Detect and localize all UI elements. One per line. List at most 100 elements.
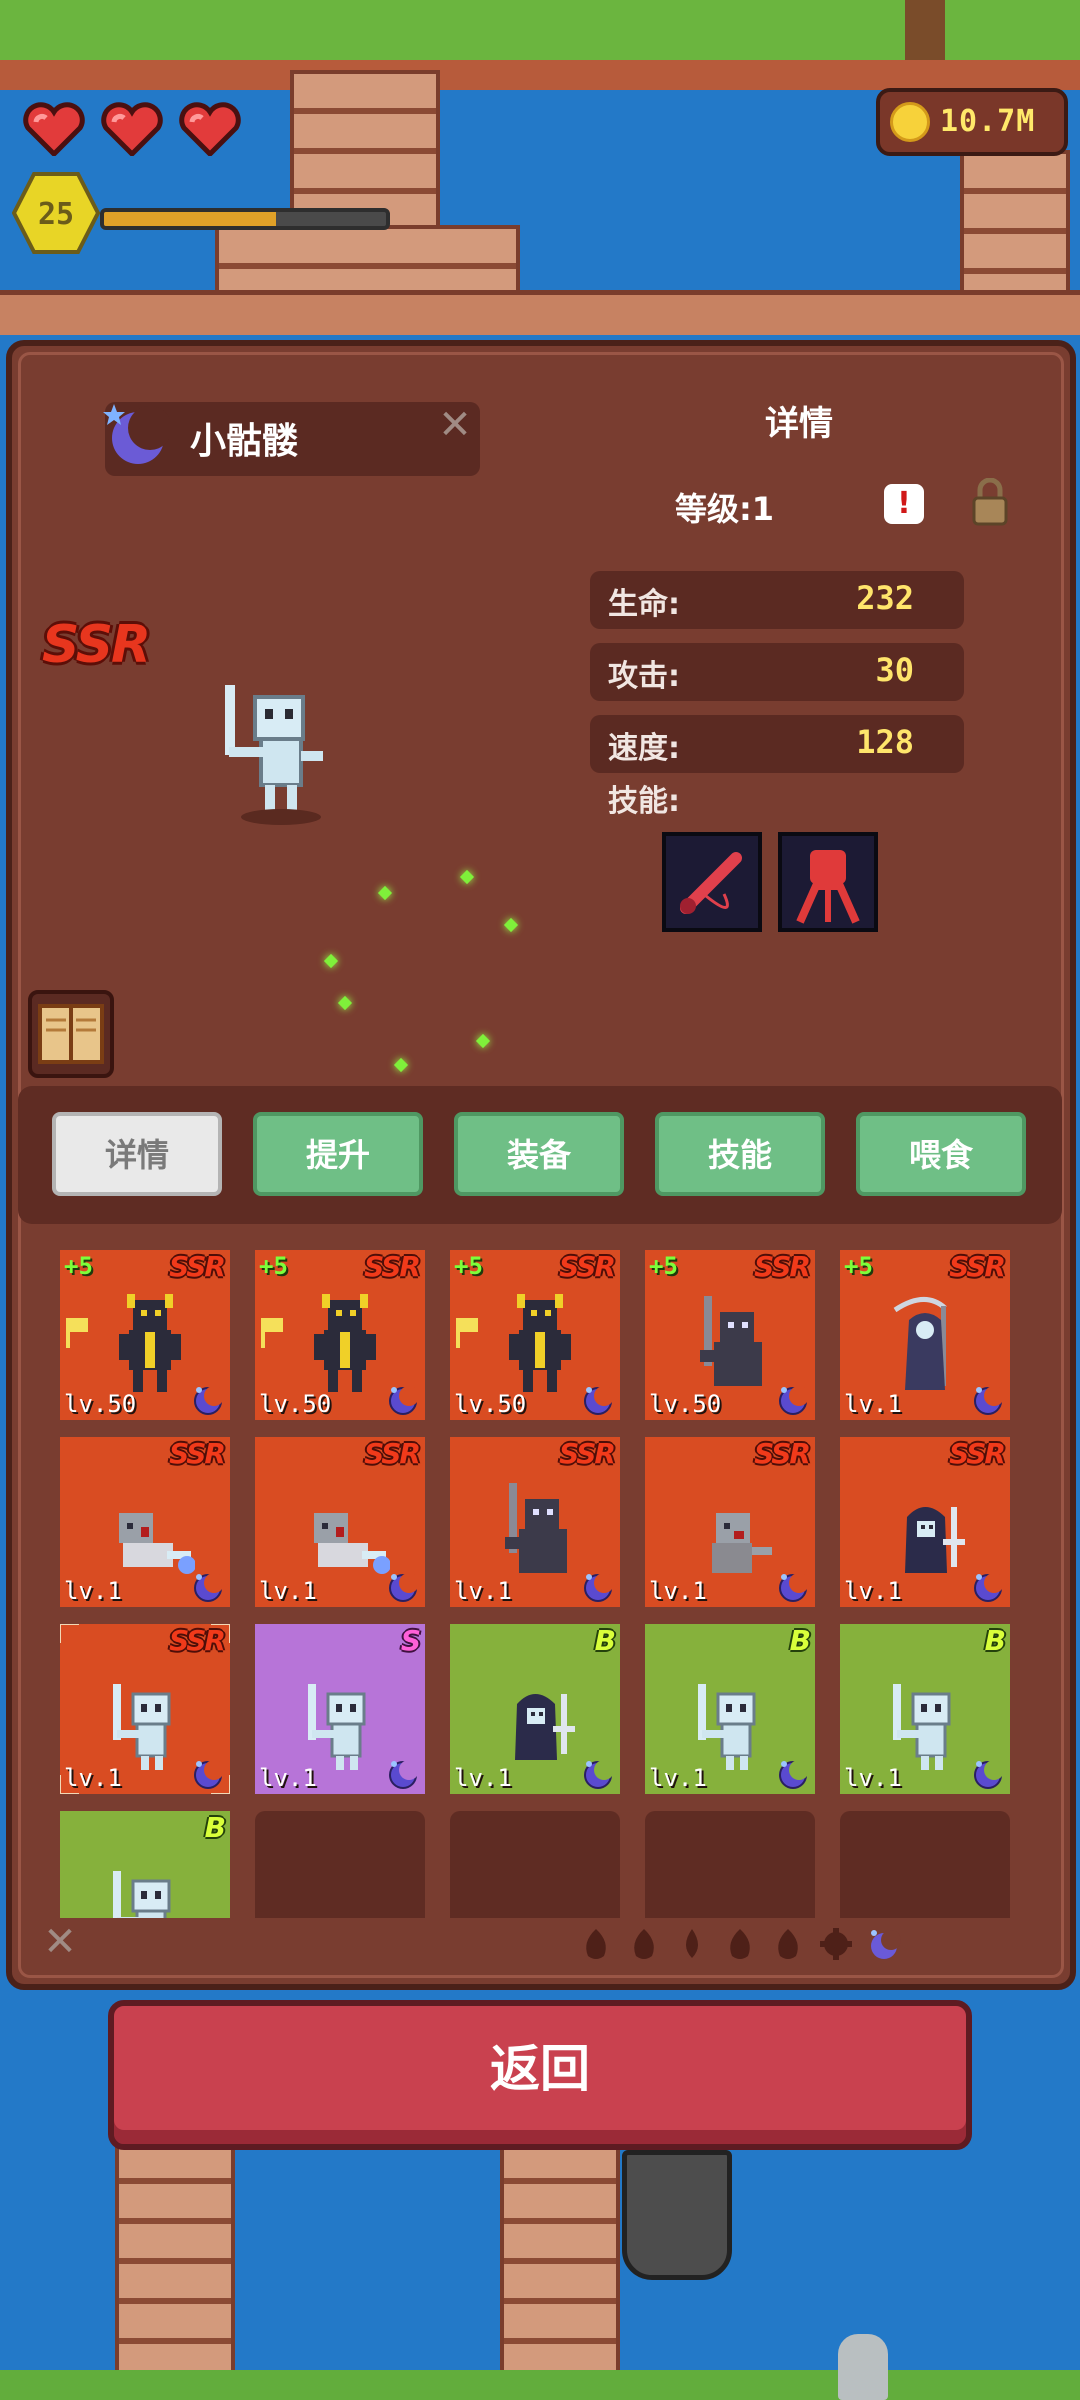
skeleton-hero-sprite bbox=[225, 685, 323, 825]
tab-1[interactable]: 提升 bbox=[253, 1112, 423, 1196]
golden-knight-sprite bbox=[314, 1294, 376, 1392]
coin-counter[interactable]: 10.7M bbox=[876, 88, 1068, 156]
card-rarity: S bbox=[400, 1624, 421, 1657]
selection-corner bbox=[211, 1624, 230, 1643]
unit-card[interactable]: SSR lv.1 bbox=[450, 1437, 620, 1607]
card-rarity: SSR bbox=[754, 1437, 811, 1470]
shore-top bbox=[0, 60, 1080, 90]
enhance-level: +5 bbox=[454, 1252, 483, 1280]
book-button[interactable] bbox=[28, 990, 114, 1078]
moon-element-icon bbox=[779, 1386, 809, 1415]
wind-icon[interactable] bbox=[722, 1926, 758, 1962]
alert-icon[interactable]: ! bbox=[884, 484, 924, 524]
unit-card[interactable]: SSR lv.1 bbox=[645, 1437, 815, 1607]
empty-slot bbox=[255, 1811, 425, 1918]
tab-0[interactable]: 详情 bbox=[52, 1112, 222, 1196]
unit-card[interactable]: SSR lv.1 bbox=[255, 1437, 425, 1607]
stat-value: 128 bbox=[856, 723, 914, 761]
unit-card[interactable]: +5 SSR lv.50 bbox=[450, 1250, 620, 1420]
earth-icon[interactable] bbox=[626, 1926, 662, 1962]
zombie-crawler-sprite bbox=[119, 1513, 195, 1574]
flag-icon bbox=[261, 1318, 283, 1348]
empty-slot bbox=[645, 1811, 815, 1918]
empty-slot bbox=[840, 1811, 1010, 1918]
back-button[interactable]: 返回 bbox=[108, 2000, 972, 2150]
lock-icon[interactable] bbox=[970, 478, 1010, 526]
moon-element-icon bbox=[194, 1573, 224, 1602]
stat-label: 生命: bbox=[608, 587, 680, 622]
card-level: lv.1 bbox=[259, 1764, 317, 1792]
moon-element-icon bbox=[974, 1573, 1004, 1602]
card-level: lv.50 bbox=[454, 1390, 527, 1418]
ghoul-sprite bbox=[712, 1513, 772, 1573]
fire-icon[interactable] bbox=[578, 1926, 614, 1962]
unit-card[interactable]: +5 SSR lv.50 bbox=[60, 1250, 230, 1420]
enhance-level: +5 bbox=[649, 1252, 678, 1280]
stat-row: 攻击: 30 bbox=[590, 643, 964, 701]
player-level: 25 bbox=[38, 197, 74, 232]
moon-element-icon bbox=[584, 1760, 614, 1789]
unit-card[interactable]: Slv.1 bbox=[255, 1624, 425, 1794]
card-rarity: SSR bbox=[169, 1437, 226, 1470]
card-level: lv.1 bbox=[844, 1577, 902, 1605]
tab-3[interactable]: 技能 bbox=[655, 1112, 825, 1196]
card-rarity: SSR bbox=[559, 1437, 616, 1470]
coin-amount: 10.7M bbox=[940, 104, 1036, 139]
gear-icon[interactable] bbox=[818, 1926, 854, 1962]
moon-element-icon bbox=[974, 1760, 1004, 1789]
water-icon[interactable] bbox=[674, 1926, 710, 1962]
card-rarity: SSR bbox=[949, 1250, 1006, 1283]
unit-card[interactable]: Blv.1 bbox=[645, 1624, 815, 1794]
moon-icon[interactable] bbox=[866, 1926, 902, 1962]
unit-card[interactable]: SSR lv.1 bbox=[60, 1624, 230, 1794]
moon-element-icon bbox=[779, 1760, 809, 1789]
tab-2[interactable]: 装备 bbox=[454, 1112, 624, 1196]
moon-element-icon bbox=[389, 1573, 419, 1602]
unit-card[interactable]: Blv.1 bbox=[840, 1624, 1010, 1794]
moon-element-icon bbox=[389, 1760, 419, 1789]
sword-skill-icon[interactable] bbox=[662, 832, 762, 932]
grass-bottom bbox=[0, 2370, 1080, 2400]
xp-fill bbox=[104, 212, 277, 226]
card-level: lv.1 bbox=[454, 1577, 512, 1605]
hooded-skeleton-sprite bbox=[515, 1694, 575, 1760]
stat-value: 30 bbox=[875, 651, 914, 689]
unit-card[interactable]: +5 SSR lv.50 bbox=[645, 1250, 815, 1420]
moon-element-icon bbox=[389, 1386, 419, 1415]
flag-icon bbox=[456, 1318, 478, 1348]
card-rarity: SSR bbox=[364, 1250, 421, 1283]
level-badge: 25 bbox=[12, 172, 100, 254]
stat-label: 速度: bbox=[608, 731, 680, 766]
rarity-badge: SSR bbox=[42, 615, 151, 675]
unit-card[interactable]: +5 SSR lv.1 bbox=[840, 1250, 1010, 1420]
enhance-level: +5 bbox=[259, 1252, 288, 1280]
tab-4[interactable]: 喂食 bbox=[856, 1112, 1026, 1196]
unit-card[interactable]: SSR lv.1 bbox=[60, 1437, 230, 1607]
skeleton-sprite bbox=[113, 1684, 171, 1770]
unit-card[interactable]: SSR lv.1 bbox=[840, 1437, 1010, 1607]
stat-label: 攻击: bbox=[608, 659, 680, 694]
moon-element-icon bbox=[974, 1386, 1004, 1415]
stat-value: 232 bbox=[856, 579, 914, 617]
moon-element-icon bbox=[194, 1386, 224, 1415]
skeleton-sprite bbox=[113, 1871, 171, 1918]
clear-filter-icon[interactable]: ✕ bbox=[40, 1922, 80, 1962]
fist-skill-icon[interactable] bbox=[778, 832, 878, 932]
zombie-crawler-sprite bbox=[314, 1513, 390, 1574]
boat bbox=[622, 2150, 732, 2280]
heart-icon bbox=[179, 102, 241, 156]
card-level: lv.1 bbox=[64, 1577, 122, 1605]
fence bbox=[0, 290, 1080, 335]
dark-swordsman-sprite bbox=[700, 1296, 762, 1386]
card-rarity: SSR bbox=[169, 1250, 226, 1283]
unit-card[interactable]: B bbox=[60, 1811, 230, 1918]
unit-card[interactable]: +5 SSR lv.50 bbox=[255, 1250, 425, 1420]
golden-knight-sprite bbox=[509, 1294, 571, 1392]
close-icon[interactable]: ✕ bbox=[434, 404, 476, 446]
dock-pier bbox=[500, 2140, 620, 2380]
card-level: lv.1 bbox=[844, 1764, 902, 1792]
flame-icon[interactable] bbox=[770, 1926, 806, 1962]
unit-card[interactable]: Blv.1 bbox=[450, 1624, 620, 1794]
dark-swordsman-sprite bbox=[505, 1483, 567, 1573]
unit-grid: +5 SSR lv.50 +5 SSR lv.50 +5 SSR lv.50 +5 SSR lv.50… bbox=[60, 1250, 1020, 1918]
